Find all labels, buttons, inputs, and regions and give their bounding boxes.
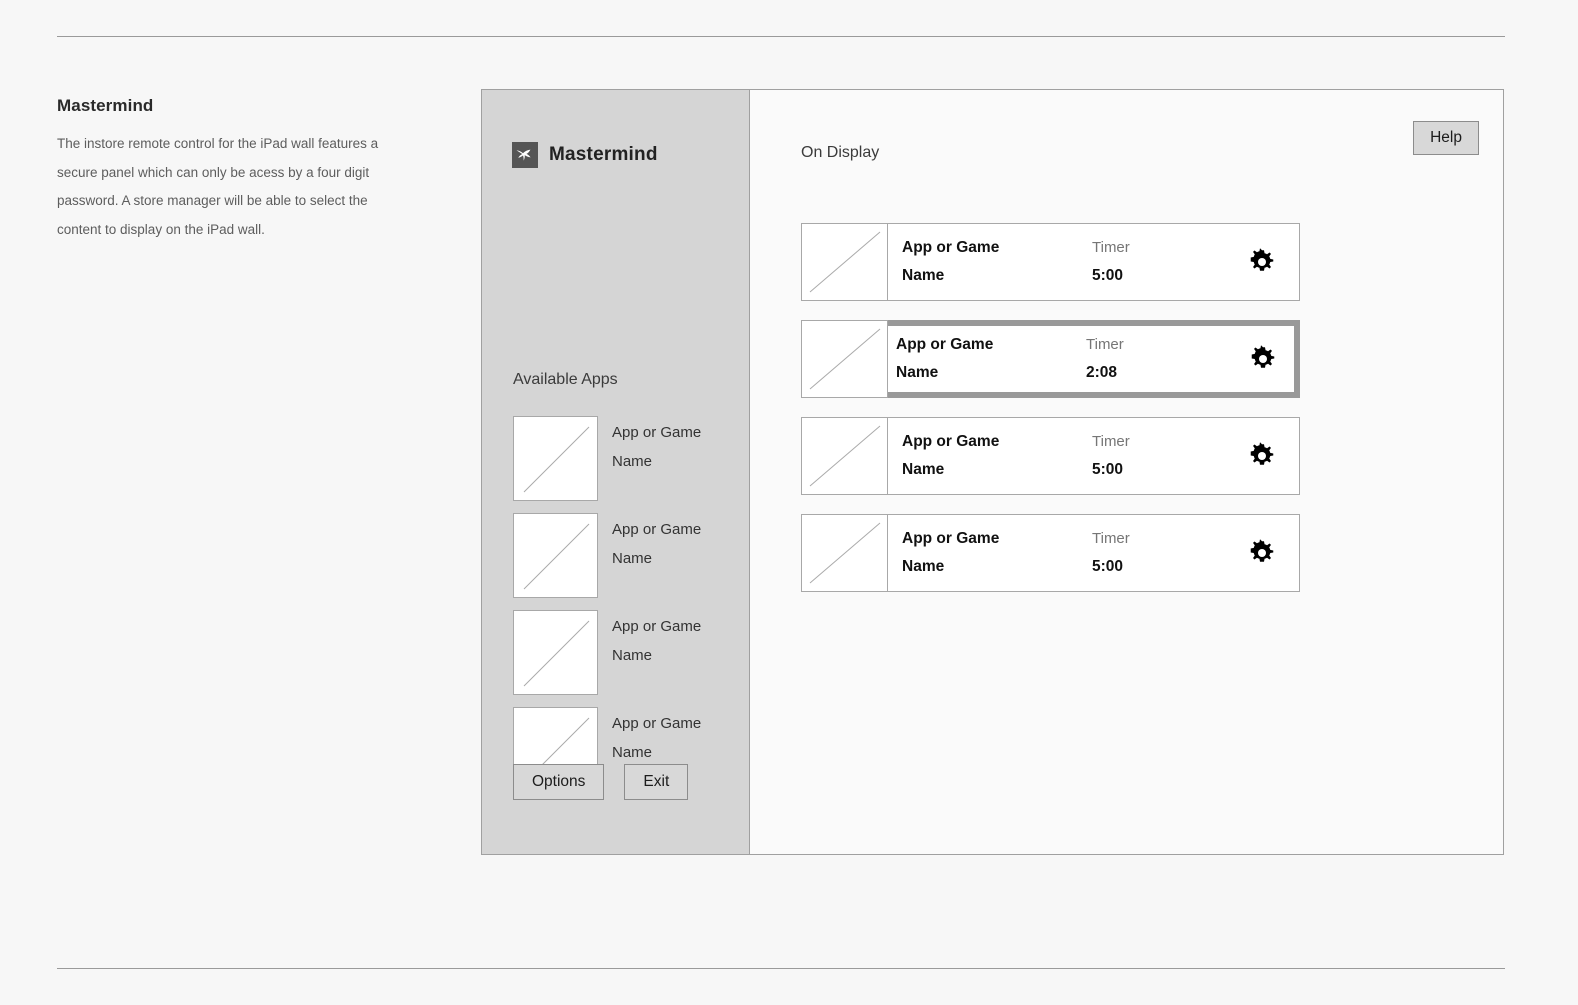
gear-icon[interactable]: [1247, 441, 1277, 471]
available-apps-list: App or Game Name App or Game Name App or…: [513, 416, 728, 804]
page-description: Mastermind The instore remote control fo…: [57, 96, 407, 244]
row-body: App or Game Name Timer 5:00: [888, 417, 1300, 495]
gear-icon[interactable]: [1248, 344, 1278, 374]
timer-value: 5:00: [1092, 461, 1124, 478]
brand: Mastermind: [512, 142, 658, 168]
list-item[interactable]: App or Game Name: [513, 416, 728, 501]
page-description-text: The instore remote control for the iPad …: [57, 136, 379, 237]
row-body: App or Game Name Timer 5:00: [888, 223, 1300, 301]
on-display-heading: On Display: [801, 144, 880, 161]
row-timer: Timer 5:00: [1092, 525, 1130, 582]
gear-icon[interactable]: [1247, 247, 1277, 277]
row-timer: Timer 2:08: [1086, 331, 1124, 388]
app-name-label: App or Game Name: [612, 715, 702, 761]
table-row[interactable]: App or Game Name Timer 5:00: [801, 514, 1300, 592]
top-divider: [57, 36, 1505, 37]
sidebar-actions: Options Exit: [513, 764, 689, 800]
timer-label: Timer: [1092, 238, 1130, 256]
brand-name: Mastermind: [549, 144, 658, 165]
row-body: App or Game Name Timer 2:08: [888, 320, 1300, 398]
table-row[interactable]: App or Game Name Timer 2:08: [801, 320, 1300, 398]
timer-value: 5:00: [1092, 558, 1124, 575]
app-name-label: App or Game Name: [612, 521, 702, 567]
timer-label: Timer: [1086, 335, 1124, 353]
gear-icon[interactable]: [1247, 538, 1277, 568]
puma-logo-icon: [512, 142, 538, 168]
page-title: Mastermind: [57, 96, 154, 115]
placeholder-thumbnail-icon: [801, 320, 888, 398]
placeholder-thumbnail-icon: [801, 417, 888, 495]
timer-label: Timer: [1092, 529, 1130, 547]
exit-button[interactable]: Exit: [624, 764, 689, 800]
row-timer: Timer 5:00: [1092, 234, 1130, 291]
placeholder-thumbnail-icon: [513, 416, 598, 501]
options-button[interactable]: Options: [513, 764, 605, 800]
row-body: App or Game Name Timer 5:00: [888, 514, 1300, 592]
app-window: Mastermind Available Apps App or Game Na…: [481, 89, 1504, 855]
table-row[interactable]: App or Game Name Timer 5:00: [801, 417, 1300, 495]
row-app-name: App or Game Name: [896, 335, 994, 382]
available-apps-heading: Available Apps: [513, 371, 618, 388]
timer-value: 5:00: [1092, 267, 1124, 284]
row-app-name: App or Game Name: [902, 432, 1000, 479]
help-button[interactable]: Help: [1413, 121, 1479, 155]
list-item[interactable]: App or Game Name: [513, 513, 728, 598]
timer-value: 2:08: [1086, 364, 1118, 381]
table-row[interactable]: App or Game Name Timer 5:00: [801, 223, 1300, 301]
app-name-label: App or Game Name: [612, 618, 702, 664]
placeholder-thumbnail-icon: [513, 513, 598, 598]
bottom-divider: [57, 968, 1505, 969]
placeholder-thumbnail-icon: [513, 610, 598, 695]
row-app-name: App or Game Name: [902, 238, 1000, 285]
on-display-list: App or Game Name Timer 5:00 App or Game …: [801, 223, 1300, 611]
main-content: On Display Help App or Game Name Timer 5…: [750, 90, 1503, 854]
row-app-name: App or Game Name: [902, 529, 1000, 576]
placeholder-thumbnail-icon: [801, 223, 888, 301]
placeholder-thumbnail-icon: [801, 514, 888, 592]
row-timer: Timer 5:00: [1092, 428, 1130, 485]
list-item[interactable]: App or Game Name: [513, 610, 728, 695]
app-name-label: App or Game Name: [612, 424, 702, 470]
sidebar: Mastermind Available Apps App or Game Na…: [482, 90, 750, 854]
timer-label: Timer: [1092, 432, 1130, 450]
